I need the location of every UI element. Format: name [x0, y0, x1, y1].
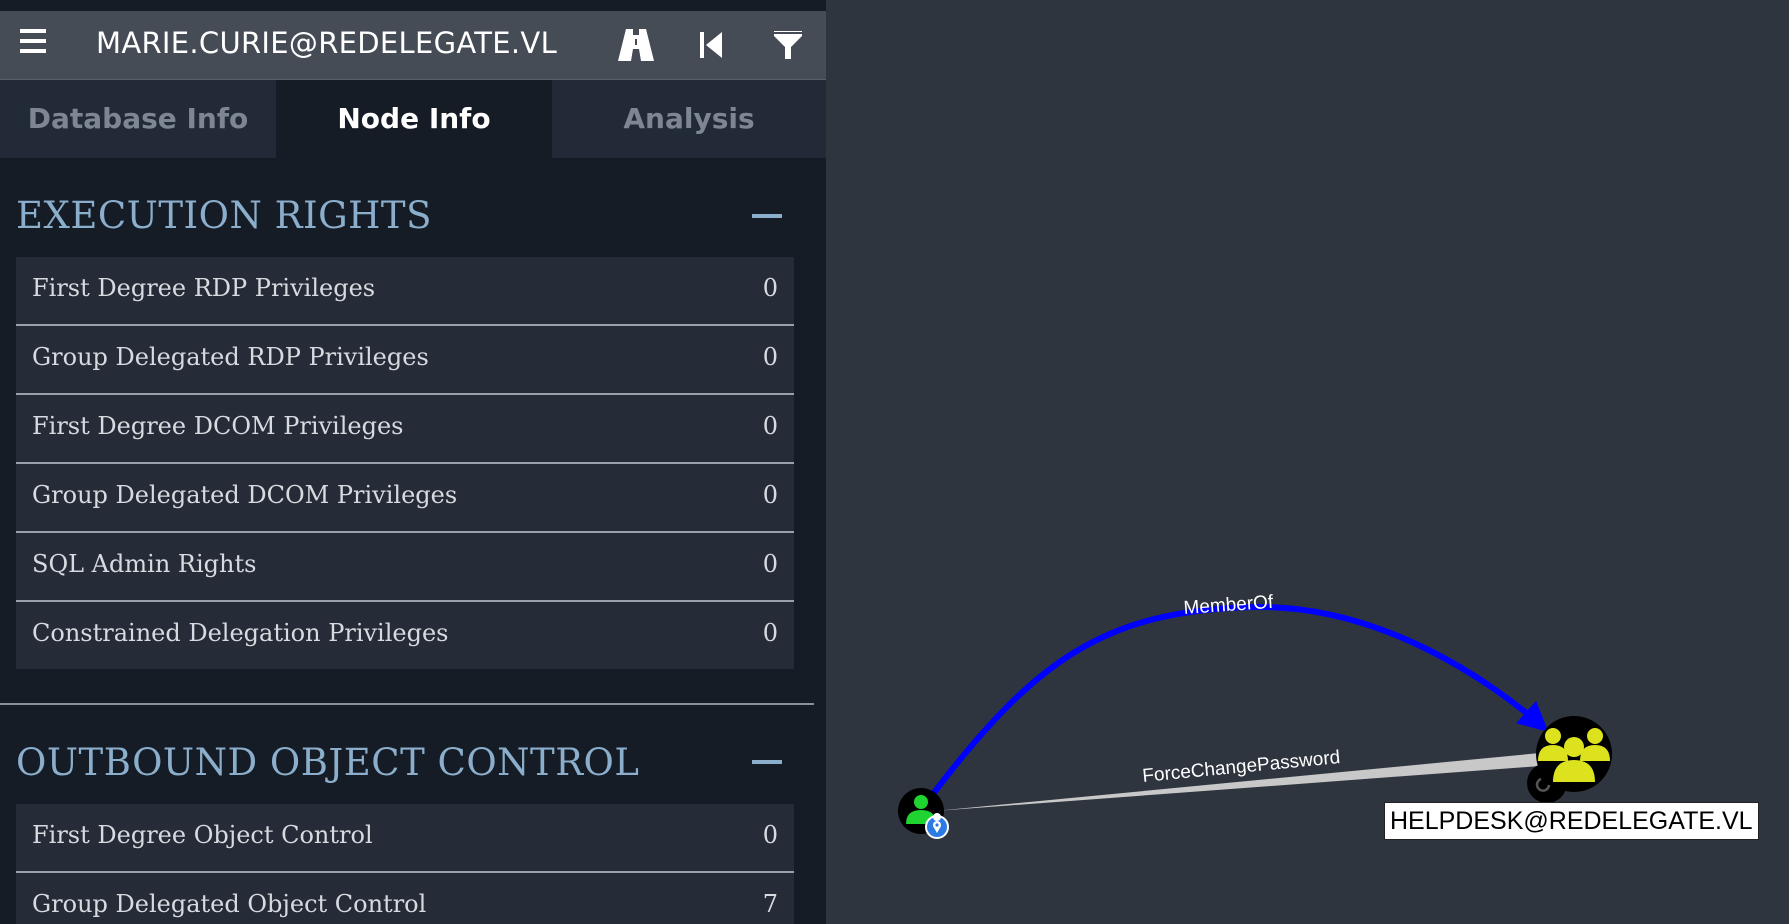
list-item[interactable]: First Degree DCOM Privileges 0 — [16, 395, 794, 464]
edge-label-memberof: MemberOf — [1183, 592, 1275, 619]
node-info-panel: MARIE.CURIE@REDELEGATE.VL Database Info … — [0, 0, 826, 924]
row-label: Group Delegated RDP Privileges — [32, 343, 429, 371]
panel-tabs: Database Info Node Info Analysis — [0, 80, 826, 158]
user-node[interactable] — [898, 788, 949, 839]
menu-icon[interactable] — [20, 29, 48, 55]
row-label: First Degree RDP Privileges — [32, 274, 376, 302]
row-label: First Degree Object Control — [32, 821, 373, 849]
collapse-outbound-object-control-icon[interactable] — [752, 760, 782, 764]
tab-analysis[interactable]: Analysis — [552, 80, 826, 158]
row-count: 7 — [762, 890, 778, 918]
section-title-outbound-object-control[interactable]: OUTBOUND OBJECT CONTROL — [16, 741, 639, 784]
graph-canvas[interactable]: ForceChangePassword MemberOf HELPDESK@RE… — [826, 0, 1789, 924]
row-count: 0 — [762, 619, 778, 647]
row-label: First Degree DCOM Privileges — [32, 412, 404, 440]
row-label: SQL Admin Rights — [32, 550, 257, 578]
list-item[interactable]: Group Delegated Object Control 7 — [16, 873, 794, 924]
collapse-execution-rights-icon[interactable] — [752, 214, 782, 218]
filter-icon[interactable] — [768, 27, 808, 63]
list-item[interactable]: Constrained Delegation Privileges 0 — [16, 602, 794, 669]
execution-rights-list: First Degree RDP Privileges 0 Group Deleg… — [16, 257, 794, 669]
list-item[interactable]: Group Delegated RDP Privileges 0 — [16, 326, 794, 395]
outbound-object-control-list: First Degree Object Control 0 Group Deleg… — [16, 804, 794, 924]
list-item[interactable]: SQL Admin Rights 0 — [16, 533, 794, 602]
group-node[interactable] — [1527, 716, 1612, 803]
row-label: Group Delegated Object Control — [32, 890, 427, 918]
row-label: Group Delegated DCOM Privileges — [32, 481, 458, 509]
tab-database-info[interactable]: Database Info — [0, 80, 276, 158]
list-item[interactable]: First Degree RDP Privileges 0 — [16, 257, 794, 326]
search-header: MARIE.CURIE@REDELEGATE.VL — [0, 11, 826, 80]
row-count: 0 — [762, 412, 778, 440]
row-count: 0 — [762, 481, 778, 509]
list-item[interactable]: Group Delegated DCOM Privileges 0 — [16, 464, 794, 533]
row-count: 0 — [762, 274, 778, 302]
list-item[interactable]: First Degree Object Control 0 — [16, 804, 794, 873]
row-count: 0 — [762, 343, 778, 371]
row-count: 0 — [762, 550, 778, 578]
section-divider — [0, 703, 814, 705]
section-title-execution-rights[interactable]: EXECUTION RIGHTS — [16, 194, 432, 237]
row-label: Constrained Delegation Privileges — [32, 619, 449, 647]
group-node-label[interactable]: HELPDESK@REDELEGATE.VL — [1384, 802, 1759, 840]
pathfinding-icon[interactable] — [616, 27, 656, 63]
tab-node-info[interactable]: Node Info — [276, 80, 552, 158]
back-icon[interactable] — [692, 27, 732, 63]
row-count: 0 — [762, 821, 778, 849]
selected-node-title[interactable]: MARIE.CURIE@REDELEGATE.VL — [96, 26, 557, 60]
